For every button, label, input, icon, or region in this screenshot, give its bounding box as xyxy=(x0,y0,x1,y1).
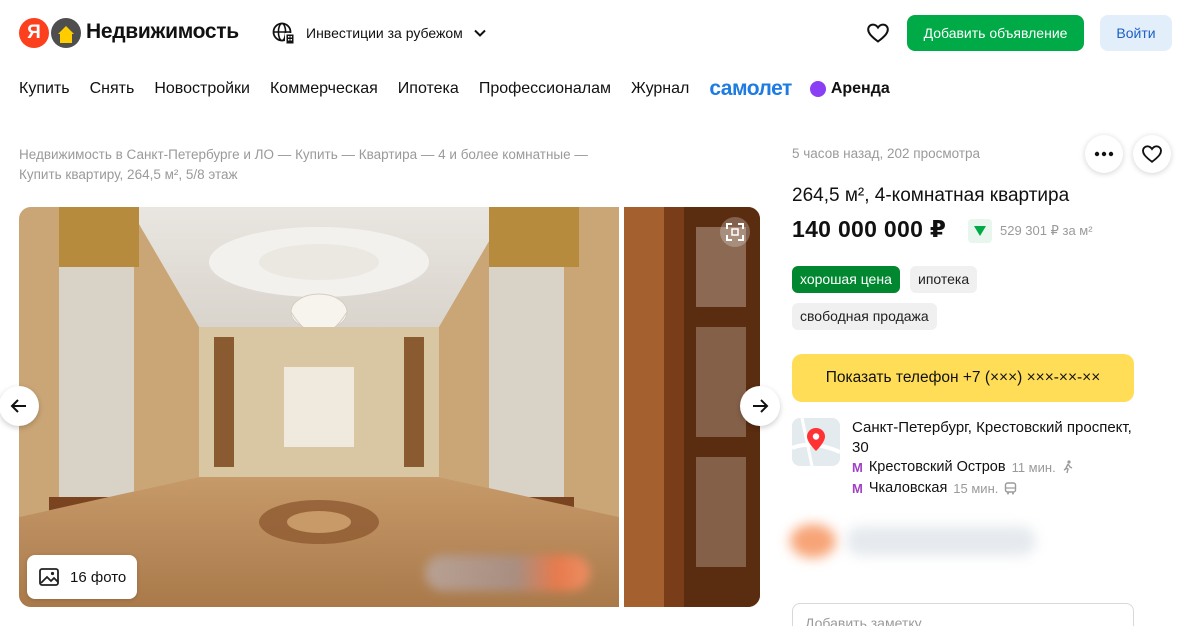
map-thumbnail[interactable] xyxy=(792,418,840,466)
breadcrumb-separator: — xyxy=(570,147,588,162)
breadcrumb-item[interactable]: Недвижимость в Санкт-Петербурге и ЛО xyxy=(19,147,274,162)
nav-item-newbuildings[interactable]: Новостройки xyxy=(154,80,250,98)
arenda-label: Аренда xyxy=(830,80,890,97)
heart-icon xyxy=(1142,145,1162,163)
invest-label: Инвестиции за рубежом xyxy=(306,25,463,41)
listing-price: 140 000 000 ₽ xyxy=(792,216,947,242)
favorites-heart-icon[interactable] xyxy=(866,21,890,45)
main-photo[interactable] xyxy=(19,207,619,607)
chevron-down-icon xyxy=(474,29,486,37)
listing-meta: 5 часов назад, 202 просмотра xyxy=(792,146,981,161)
header: Я Недвижимость Инвестиции за рубежом Доб… xyxy=(0,0,1190,66)
main-nav: Купить Снять Новостройки Коммерческая Ип… xyxy=(19,77,910,101)
nav-item-journal[interactable]: Журнал xyxy=(631,80,689,98)
breadcrumb-item[interactable]: Купить xyxy=(295,147,338,162)
more-dots-icon xyxy=(1094,151,1114,157)
gallery-prev-button[interactable] xyxy=(0,386,39,426)
price-per-meter: 529 301 ₽ за м² xyxy=(1000,223,1093,238)
breadcrumb: Недвижимость в Санкт-Петербурге и ЛО — К… xyxy=(19,145,649,185)
nav-item-commercial[interactable]: Коммерческая xyxy=(270,80,378,98)
blurred-agent-name xyxy=(846,526,1036,556)
breadcrumb-separator: — xyxy=(337,147,359,162)
arrow-right-icon xyxy=(753,399,769,413)
metro-station-name: Чкаловская xyxy=(868,480,948,496)
listing-address[interactable]: Санкт-Петербург, Крестовский проспект, 3… xyxy=(852,418,1142,458)
tag-good-price[interactable]: хорошая цена xyxy=(792,266,900,293)
fullscreen-button[interactable] xyxy=(720,217,750,247)
show-phone-button[interactable]: Показать телефон +7 (×××) ×××-××-×× xyxy=(792,354,1134,402)
add-note-input[interactable] xyxy=(792,603,1134,626)
metro-station[interactable]: М Крестовский Остров 11 мин. xyxy=(852,459,1074,475)
fullscreen-icon xyxy=(726,223,744,241)
listing-title: 264,5 м², 4-комнатная квартира xyxy=(792,185,1070,206)
more-options-button[interactable] xyxy=(1085,135,1123,173)
breadcrumb-separator: — xyxy=(417,147,439,162)
samolet-logo[interactable]: самолет xyxy=(709,77,792,101)
breadcrumb-item-current[interactable]: Купить квартиру, 264,5 м², 5/8 этаж xyxy=(19,167,238,182)
metro-station[interactable]: М Чкаловская 15 мин. xyxy=(852,480,1017,496)
add-favorite-button[interactable] xyxy=(1133,135,1171,173)
breadcrumb-separator: — xyxy=(274,147,296,162)
metro-station-name: Крестовский Остров xyxy=(868,459,1006,475)
nav-item-rent[interactable]: Снять xyxy=(90,80,135,98)
nav-item-arenda[interactable]: Аренда xyxy=(809,80,890,98)
bus-icon xyxy=(1005,481,1017,494)
tag-mortgage[interactable]: ипотека xyxy=(910,266,978,293)
metro-time: 11 мин. xyxy=(1011,459,1056,475)
walk-icon xyxy=(1063,460,1073,474)
price-history-button[interactable] xyxy=(968,219,992,243)
nav-item-professionals[interactable]: Профессионалам xyxy=(479,80,611,98)
realty-logo-icon[interactable] xyxy=(51,18,81,48)
blurred-agent-info xyxy=(788,518,1038,562)
metro-icon: М xyxy=(852,480,863,496)
globe-building-icon xyxy=(272,22,294,44)
metro-time: 15 мин. xyxy=(953,480,999,496)
invest-abroad-dropdown[interactable]: Инвестиции за рубежом xyxy=(272,20,487,46)
metro-icon: М xyxy=(852,459,863,475)
nav-item-mortgage[interactable]: Ипотека xyxy=(398,80,459,98)
add-listing-button[interactable]: Добавить объявление xyxy=(907,15,1084,51)
photo-count-button[interactable]: 16 фото xyxy=(27,555,137,599)
arrow-left-icon xyxy=(10,399,26,413)
photo-gallery-icon xyxy=(39,568,59,586)
tag-free-sale[interactable]: свободная продажа xyxy=(792,303,937,330)
brand-title[interactable]: Недвижимость xyxy=(86,20,239,44)
gallery-next-button[interactable] xyxy=(740,386,780,426)
blurred-avatar xyxy=(790,524,836,558)
breadcrumb-item[interactable]: Квартира xyxy=(359,147,417,162)
arenda-dot-icon xyxy=(809,81,826,97)
login-button[interactable]: Войти xyxy=(1100,15,1172,51)
triangle-down-icon xyxy=(974,226,986,236)
blurred-watermark xyxy=(425,555,590,591)
photo-count-label: 16 фото xyxy=(70,568,127,586)
photo-gallery xyxy=(19,207,760,607)
nav-item-buy[interactable]: Купить xyxy=(19,80,70,98)
yandex-logo[interactable]: Я xyxy=(19,18,49,48)
breadcrumb-item[interactable]: 4 и более комнатные xyxy=(438,147,571,162)
